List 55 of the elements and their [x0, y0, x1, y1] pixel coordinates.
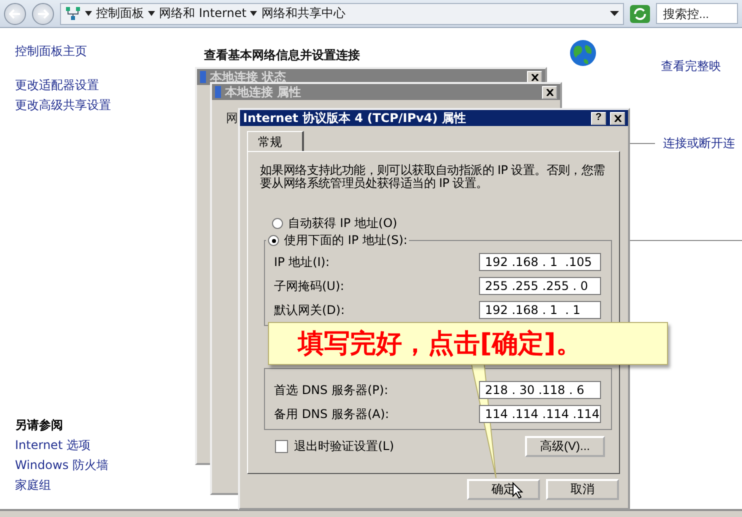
network-icon [200, 71, 206, 83]
tab-label[interactable]: 网 [226, 110, 238, 127]
field-label: 备用 DNS 服务器(A): [274, 406, 390, 422]
field-label: IP 地址(I): [274, 254, 330, 270]
field-label: 默认网关(D): [274, 302, 345, 318]
cancel-button[interactable]: 取消 [546, 479, 619, 500]
ip-field[interactable]: 255 .255 .255 . 0 [479, 277, 601, 295]
sidebar-link[interactable]: 控制面板主页 [15, 41, 190, 61]
arrow-right-icon [37, 8, 49, 18]
breadcrumb-item[interactable]: 控制面板 [96, 5, 144, 22]
close-icon [546, 88, 554, 96]
close-icon [614, 114, 622, 122]
description-text: 如果网络支持此功能，则可以获取自动指派的 IP 设置。否则，您需要从网络系统管理员处获得适当的 IP 设置。 [260, 164, 606, 190]
breadcrumb-item[interactable]: 网络和 Internet [159, 5, 246, 22]
network-icon [65, 6, 81, 22]
ip-field[interactable]: 218 . 30 .118 . 6 [479, 381, 601, 399]
radio-option[interactable]: 使用下面的 IP 地址(S): [268, 232, 408, 249]
advanced-button[interactable]: 高级(V)... [525, 436, 605, 457]
connect-link[interactable]: 连接或断开连 [663, 133, 735, 153]
radio-option[interactable]: 自动获得 IP 地址(O) [272, 215, 609, 232]
close-icon [530, 74, 538, 80]
field-label: 子网掩码(U): [274, 278, 344, 294]
page-heading: 查看基本网络信息并设置连接 [204, 47, 360, 64]
see-also-title: 另请参阅 [15, 417, 64, 434]
breadcrumb-item[interactable]: 网络和共享中心 [261, 5, 346, 22]
ip-field[interactable]: 192 .168 . 1 . 1 [479, 301, 601, 319]
ip-field[interactable]: 114 .114 .114 .114 [479, 405, 601, 423]
close-button[interactable] [610, 112, 625, 124]
close-button[interactable] [527, 70, 542, 84]
caret-icon[interactable] [148, 11, 155, 16]
ip-field[interactable]: 192 .168 . 1 .105 [479, 253, 601, 271]
refresh-icon[interactable] [630, 4, 650, 22]
caret-icon[interactable] [250, 11, 258, 16]
validate-checkbox[interactable]: 退出时验证设置(L) [275, 438, 394, 455]
globe-icon [569, 39, 597, 67]
sidebar-link[interactable]: 更改适配器设置 [15, 75, 190, 95]
caret-icon[interactable] [85, 11, 92, 16]
close-button[interactable] [542, 86, 557, 98]
arrow-left-icon [9, 8, 21, 18]
back-button[interactable] [4, 2, 26, 24]
forward-button[interactable] [32, 2, 54, 24]
help-button[interactable]: ? [591, 112, 606, 124]
sidebar-link[interactable]: 更改高级共享设置 [15, 95, 190, 115]
network-icon [215, 86, 221, 98]
dropdown-icon[interactable] [610, 11, 619, 16]
cursor-icon [512, 482, 523, 499]
sidebar-link[interactable]: 家庭组 [15, 475, 190, 495]
sidebar-link[interactable]: Internet 选项 [15, 435, 190, 455]
field-label: 首选 DNS 服务器(P): [274, 382, 388, 398]
sidebar-link[interactable]: Windows 防火墙 [15, 455, 190, 475]
search-field[interactable]: 搜索控... [656, 3, 738, 24]
map-link[interactable]: 查看完整映 [661, 56, 721, 76]
window-title: 本地连接 属性 [225, 84, 302, 100]
window-title: Internet 协议版本 4 (TCP/IPv4) 属性 [243, 110, 467, 126]
tab[interactable]: 常规 [247, 131, 304, 151]
